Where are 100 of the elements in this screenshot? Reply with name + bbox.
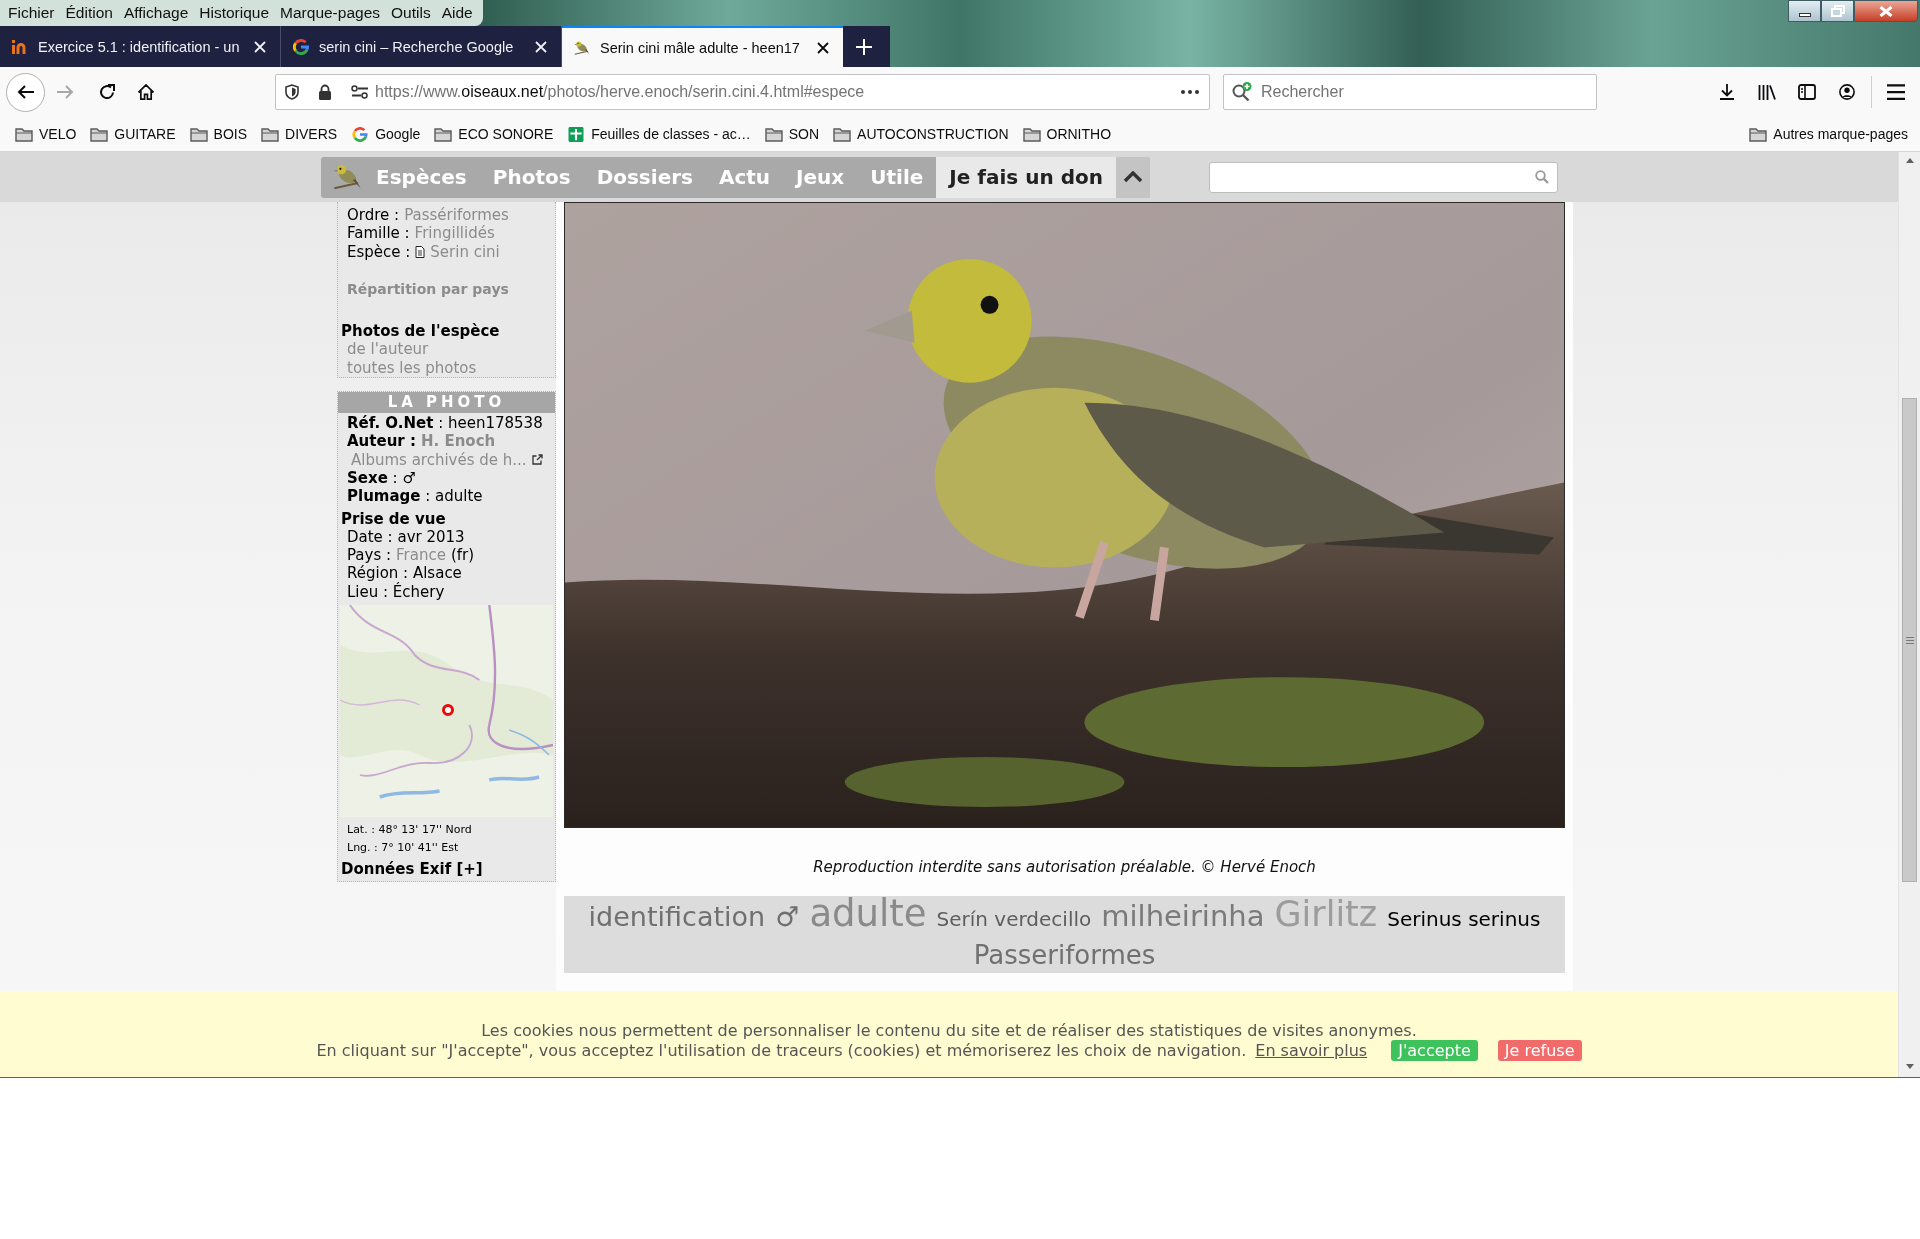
- location-marker-icon: [442, 704, 454, 717]
- chevron-up-icon: [1122, 171, 1143, 183]
- books-icon: [1758, 84, 1776, 100]
- search-icon: [1232, 82, 1252, 102]
- minimize-button[interactable]: [1788, 0, 1821, 22]
- close-icon: [535, 40, 547, 53]
- scroll-down-icon[interactable]: [1905, 1064, 1914, 1069]
- bookmark-item[interactable]: VELO: [11, 123, 81, 145]
- plus-square-icon: [567, 126, 586, 142]
- cookie-text: Les cookies nous permettent de personnaliser le contenu du site et de réaliser des statistiques de visites anonymes.: [481, 1021, 1417, 1040]
- info-text: Réf. O.Net : heen178538: [346, 414, 544, 433]
- back-button[interactable]: [6, 72, 45, 112]
- field-label: Famille :: [347, 224, 410, 243]
- bookmark-item[interactable]: Autres marque-pages: [1745, 123, 1912, 145]
- learn-more-link[interactable]: En savoir plus: [1255, 1041, 1368, 1060]
- download-icon: [1718, 84, 1736, 100]
- info-text: Date : avr 2013: [346, 527, 466, 547]
- bookmark-item[interactable]: ECO SONORE: [430, 123, 558, 145]
- bookmark-item[interactable]: AUTOCONSTRUCTION: [829, 123, 1013, 145]
- menu-icon: [1887, 84, 1905, 100]
- folder-icon: [90, 126, 109, 142]
- toggles-icon: [351, 85, 369, 99]
- folder-icon: [1022, 126, 1041, 142]
- folder-icon: [434, 126, 453, 142]
- section-heading: Prise de vue: [340, 509, 447, 528]
- close-window-button[interactable]: [1854, 0, 1918, 22]
- restore-icon: [1830, 5, 1845, 17]
- scrollbar-thumb[interactable]: [1902, 398, 1917, 882]
- address-bar[interactable]: https://www.oiseaux.net/photos/herve.enoch/serin.cini.4.html#espece: [275, 74, 1210, 110]
- vertical-scrollbar[interactable]: [1898, 152, 1920, 1077]
- folder-icon: [764, 126, 783, 142]
- close-icon: [1879, 5, 1893, 17]
- browser-tab[interactable]: Serin cini mâle adulte - heen17: [562, 26, 843, 67]
- collapse-button[interactable]: [1115, 156, 1150, 198]
- search-icon[interactable]: [1534, 169, 1549, 184]
- grip-icon: [1905, 636, 1914, 644]
- coordinate-text: Lat. : 48° 13' 17'' Nord: [346, 822, 473, 839]
- lock-icon: [318, 84, 332, 100]
- exif-toggle-link[interactable]: Données Exif [+]: [338, 860, 555, 879]
- scroll-up-icon[interactable]: [1905, 158, 1914, 163]
- close-icon: [817, 41, 829, 54]
- field-label: Pays :: [347, 546, 392, 565]
- field-label: Auteur :: [347, 432, 416, 451]
- external-link-icon: [531, 453, 543, 465]
- arrow-left-icon: [16, 84, 35, 100]
- folder-icon: [15, 126, 33, 142]
- card-header: LA PHOTO: [338, 392, 555, 414]
- field-value: (fr): [450, 546, 475, 565]
- sidebar-icon: [1798, 84, 1816, 100]
- menu-item[interactable]: Marque-pages: [280, 4, 380, 22]
- folder-icon: [1749, 126, 1768, 142]
- donate-link[interactable]: Je fais un don: [936, 156, 1116, 198]
- restore-button[interactable]: [1821, 0, 1854, 22]
- close-icon: [254, 40, 266, 53]
- bookmark-item[interactable]: BOIS: [185, 123, 252, 145]
- tag-link[interactable]: ♂: [775, 899, 800, 935]
- info-text: Plumage : adulte: [346, 487, 484, 506]
- g-logo-icon: [293, 38, 309, 55]
- menu-item[interactable]: Historique: [199, 4, 270, 22]
- site-search-field[interactable]: [1208, 161, 1558, 193]
- in-logo-icon: [12, 38, 28, 55]
- tag-link[interactable]: identification: [588, 899, 766, 935]
- menu-item[interactable]: Outils: [391, 4, 431, 22]
- more-actions-icon[interactable]: [1181, 90, 1199, 94]
- tag-link[interactable]: Passeriformes: [973, 937, 1156, 973]
- plus-icon: [856, 38, 872, 55]
- tag-link[interactable]: Serín verdecillo: [936, 901, 1092, 937]
- info-text: Région : Alsace: [346, 564, 463, 583]
- bookmark-item[interactable]: ORNITHO: [1018, 123, 1116, 145]
- home-icon: [137, 84, 155, 100]
- menu-item[interactable]: Aide: [441, 4, 473, 22]
- bookmark-item[interactable]: GUITARE: [86, 123, 180, 145]
- document-icon: [415, 245, 426, 258]
- bookmark-item[interactable]: DIVERS: [257, 123, 342, 145]
- arrow-right-icon: [56, 84, 74, 100]
- bookmark-item[interactable]: Google: [347, 123, 425, 145]
- folder-icon: [189, 126, 208, 142]
- field-label: Ordre :: [347, 206, 400, 224]
- bookmark-item[interactable]: Feuilles de classes - ac…: [563, 123, 755, 145]
- account-icon: [1838, 84, 1856, 100]
- bird-icon: [574, 39, 590, 56]
- info-text: Sexe : ♂: [346, 468, 417, 488]
- cookie-text: En cliquant sur "J'accepte", vous acceptez l'utilisation de traceurs (cookies) et mémoriserez les choix de navigation.: [316, 1041, 1247, 1060]
- coordinate-text: Lng. : 7° 10' 41'' Est: [346, 840, 460, 857]
- tag-link[interactable]: Serinus serinus: [1387, 901, 1541, 937]
- photo-caption: Reproduction interdite sans autorisation préalable. © Hervé Enoch: [812, 857, 1317, 877]
- menu-item[interactable]: Fichier: [8, 4, 55, 22]
- menu-item[interactable]: Édition: [65, 4, 113, 22]
- section-heading: Photos de l'espèce: [340, 322, 501, 341]
- info-text: Lieu : Échery: [346, 582, 446, 602]
- folder-icon: [261, 126, 280, 142]
- url-text: https://www.oiseaux.net/photos/herve.enoch/serin.cini.4.html#espece: [375, 83, 866, 101]
- search-field[interactable]: Rechercher: [1223, 74, 1597, 110]
- bookmark-item[interactable]: SON: [760, 123, 824, 145]
- reload-icon: [98, 84, 116, 100]
- menu-item[interactable]: Affichage: [123, 4, 189, 22]
- minimize-icon: [1798, 13, 1811, 17]
- shield-icon: [285, 84, 299, 100]
- field-label: Espèce :: [347, 242, 411, 261]
- folder-icon: [833, 126, 852, 142]
